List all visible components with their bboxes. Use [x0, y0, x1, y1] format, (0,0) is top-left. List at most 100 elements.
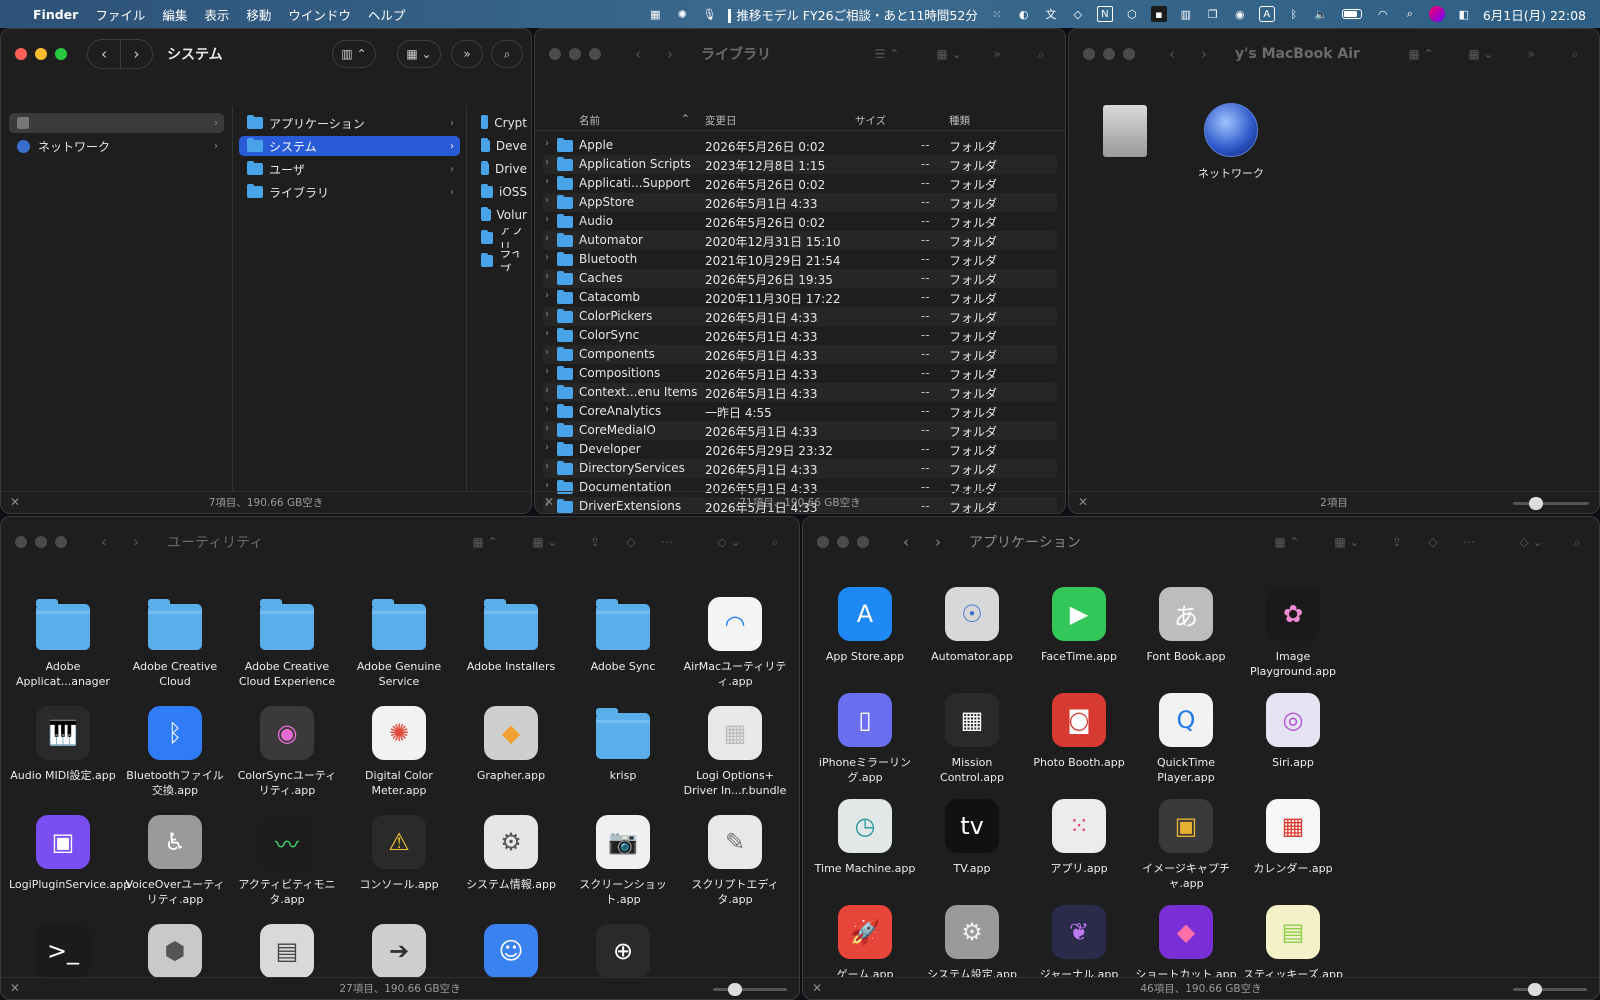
column-item-library[interactable]: ライブラリ ›	[239, 182, 460, 202]
zoom-button[interactable]	[55, 48, 67, 60]
slider-knob[interactable]	[1528, 497, 1543, 510]
icon-item[interactable]: ◎ Siri.app	[1239, 693, 1347, 770]
icon-item[interactable]: ⁙ アプリ.app	[1025, 799, 1133, 876]
table-row[interactable]: › ColorSync 2026年5月1日 4:33 -- フォルダ	[543, 326, 1057, 345]
table-row[interactable]: › Apple 2026年5月26日 0:02 -- フォルダ	[543, 136, 1057, 155]
shield-icon[interactable]: ⬡	[1124, 6, 1140, 22]
macintosh-hd-icon[interactable]	[1103, 105, 1147, 157]
group-button[interactable]: ▦ ⌄	[1325, 528, 1369, 556]
close-icon[interactable]: ✕	[10, 981, 20, 995]
back-button[interactable]: ‹	[88, 40, 120, 68]
icon-item[interactable]: ◙ Photo Booth.app	[1025, 693, 1133, 770]
bluetooth-icon[interactable]: ᛒ	[1286, 6, 1302, 22]
table-row[interactable]: › Audio 2026年5月26日 0:02 -- フォルダ	[543, 212, 1057, 231]
icon-item[interactable]: Adobe Genuine Service	[345, 597, 453, 689]
icon-item[interactable]: ⚙ システム情報.app	[457, 815, 565, 892]
icon-item[interactable]: Adobe Installers	[457, 597, 565, 674]
table-row[interactable]: › Caches 2026年5月26日 19:35 -- フォルダ	[543, 269, 1057, 288]
forward-button[interactable]: ›	[120, 528, 152, 556]
table-row[interactable]: › CoreMediaIO 2026年5月1日 4:33 -- フォルダ	[543, 421, 1057, 440]
close-icon[interactable]: ✕	[812, 981, 822, 995]
back-button[interactable]: ‹	[1156, 40, 1188, 68]
table-row[interactable]: › Catacomb 2020年11月30日 17:22 -- フォルダ	[543, 288, 1057, 307]
icon-item[interactable]: ▦ Mission Control.app	[918, 693, 1026, 785]
zoom-button[interactable]	[857, 536, 869, 548]
disclosure-chevron-icon[interactable]: ›	[545, 328, 549, 339]
minimize-button[interactable]	[35, 536, 47, 548]
sidebar-item-network[interactable]: ネットワーク ›	[9, 136, 224, 156]
close-icon[interactable]: ✕	[1078, 495, 1088, 509]
translate-icon[interactable]: 文	[1043, 6, 1059, 22]
icon-item[interactable]: 🎹 Audio MIDI設定.app	[9, 706, 117, 783]
icon-item[interactable]: ⬢	[121, 924, 229, 977]
more-toolbar-button[interactable]: »	[451, 40, 483, 68]
tag-button[interactable]: ◇	[1419, 528, 1447, 556]
menu-window[interactable]: ウインドウ	[288, 5, 351, 24]
icon-item[interactable]: 📷 スクリーンショット.app	[569, 815, 677, 907]
icon-item[interactable]: Q QuickTime Player.app	[1132, 693, 1240, 785]
user-icon[interactable]: ◉	[1232, 6, 1248, 22]
close-button[interactable]	[15, 48, 27, 60]
disclosure-chevron-icon[interactable]: ›	[545, 423, 549, 434]
close-icon[interactable]: ✕	[10, 495, 20, 509]
battery-icon[interactable]	[1340, 6, 1364, 22]
disclosure-chevron-icon[interactable]: ›	[545, 176, 549, 187]
back-button[interactable]: ‹	[88, 528, 120, 556]
disclosure-chevron-icon[interactable]: ›	[545, 366, 549, 377]
more-button[interactable]: ⋯	[653, 528, 681, 556]
table-row[interactable]: › Components 2026年5月1日 4:33 -- フォルダ	[543, 345, 1057, 364]
close-icon[interactable]: ✕	[544, 495, 554, 509]
icon-item[interactable]: ◆ Grapher.app	[457, 706, 565, 783]
search-button[interactable]: ⌕	[491, 40, 523, 68]
icon-item[interactable]: >_	[9, 924, 117, 977]
icon-size-slider[interactable]	[1513, 497, 1589, 510]
dropbox-button[interactable]: ◇ ⌄	[709, 528, 749, 556]
icon-item[interactable]: Adobe Applicat...anager	[9, 597, 117, 689]
header-name[interactable]: 名前	[579, 113, 600, 128]
control-center-icon[interactable]: ◧	[1456, 6, 1472, 22]
group-button[interactable]: ▦ ⌄	[397, 40, 441, 68]
column-item[interactable]: Volur	[473, 205, 527, 225]
minimize-button[interactable]	[35, 48, 47, 60]
table-row[interactable]: › CoreAnalytics 一昨日 4:55 -- フォルダ	[543, 402, 1057, 421]
disclosure-chevron-icon[interactable]: ›	[545, 233, 549, 244]
table-row[interactable]: › Automator 2020年12月31日 15:10 -- フォルダ	[543, 231, 1057, 250]
view-mode-button[interactable]: ▥ ⌃	[332, 40, 376, 68]
icon-item[interactable]: ◉ ColorSyncユーティリティ.app	[233, 706, 341, 798]
input-mode-icon[interactable]: A	[1258, 6, 1275, 22]
table-row[interactable]: › DirectoryServices 2026年5月1日 4:33 -- フォルダ	[543, 459, 1057, 478]
icon-item[interactable]: ☺	[457, 924, 565, 977]
zoom-button[interactable]	[589, 48, 601, 60]
group-button[interactable]: ▦ ⌄	[1459, 40, 1503, 68]
column-item-system[interactable]: システム ›	[239, 136, 460, 156]
menu-app-name[interactable]: Finder	[33, 7, 78, 22]
disclosure-chevron-icon[interactable]: ›	[545, 195, 549, 206]
icon-item[interactable]: ✿ Image Playground.app	[1239, 587, 1347, 679]
view-mode-button[interactable]: ▦ ⌃	[463, 528, 507, 556]
icon-item[interactable]: ▶ FaceTime.app	[1025, 587, 1133, 664]
column-item-applications[interactable]: アプリケーション ›	[239, 113, 460, 133]
sidebar-item-macbook[interactable]: ›	[9, 113, 224, 133]
view-mode-button[interactable]: ▦ ⌃	[1399, 40, 1443, 68]
siri-icon[interactable]	[1428, 6, 1445, 22]
header-modified[interactable]: 変更日	[705, 113, 737, 128]
icon-item[interactable]: ⚙ システム設定.app	[918, 905, 1026, 977]
disclosure-chevron-icon[interactable]: ›	[545, 461, 549, 472]
disclosure-chevron-icon[interactable]: ›	[545, 309, 549, 320]
group-button[interactable]: ▦ ⌄	[523, 528, 567, 556]
more-toolbar-button[interactable]: »	[981, 40, 1013, 68]
disclosure-chevron-icon[interactable]: ›	[545, 157, 549, 168]
notion-icon[interactable]: N	[1096, 6, 1113, 22]
search-button[interactable]: ⌕	[1025, 40, 1057, 68]
share-button[interactable]: ⇪	[1383, 528, 1411, 556]
dropbox-button[interactable]: ◇ ⌄	[1511, 528, 1551, 556]
disclosure-chevron-icon[interactable]: ›	[545, 480, 549, 491]
icon-item[interactable]: ✎ スクリプトエディタ.app	[681, 815, 789, 907]
icon-item[interactable]: ▯ iPhoneミラーリング.app	[811, 693, 919, 785]
icon-item[interactable]: あ Font Book.app	[1132, 587, 1240, 664]
view-mode-button[interactable]: ☰ ⌃	[865, 40, 909, 68]
grid-icon[interactable]: ⁙	[989, 6, 1005, 22]
icon-item[interactable]: 〰アクティビティモニタ.app	[233, 815, 341, 907]
more-button[interactable]: ⋯	[1455, 528, 1483, 556]
table-row[interactable]: › Applicati...Support 2026年5月26日 0:02 -- フォル…	[543, 174, 1057, 193]
